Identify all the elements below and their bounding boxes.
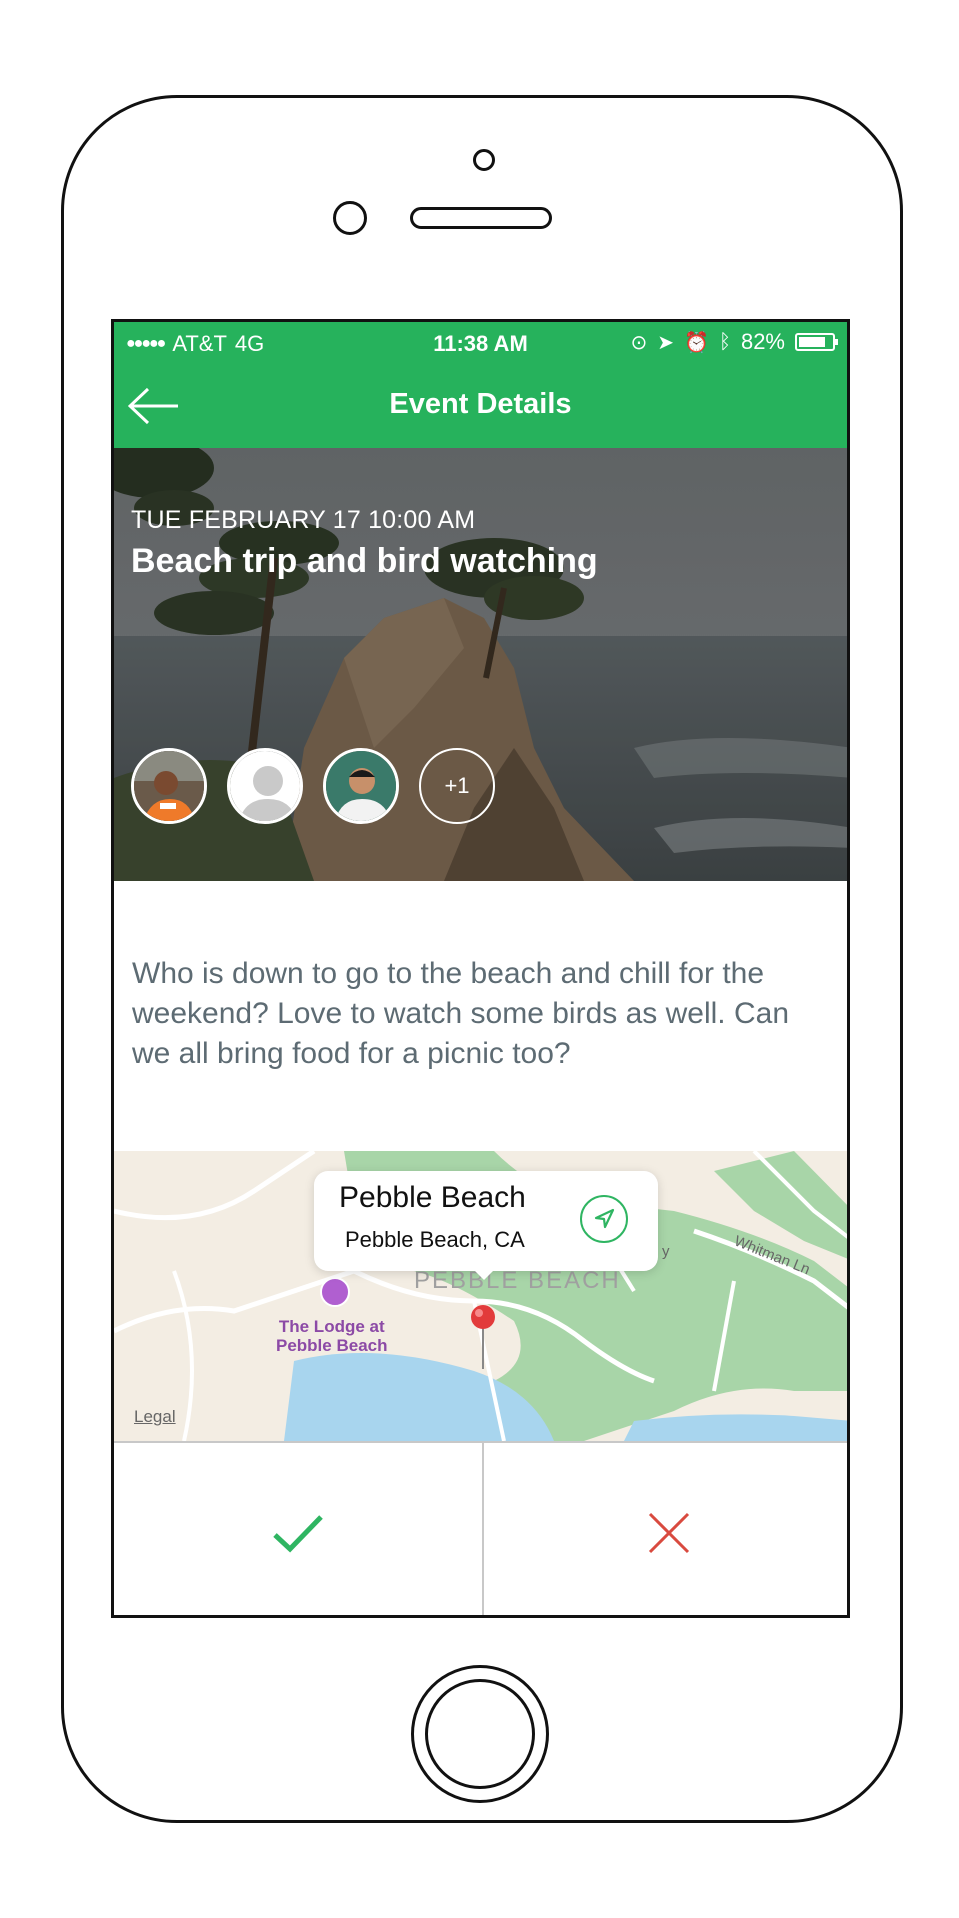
attendee-avatar[interactable] [323, 748, 399, 824]
rotation-lock-icon: ⊙ [630, 331, 648, 354]
event-location-map[interactable]: PEBBLE BEACH The Lodge at Pebble Beach W… [114, 1151, 847, 1441]
rsvp-action-bar [114, 1441, 847, 1615]
map-poi-label-line2: Pebble Beach [276, 1336, 388, 1355]
map-poi-label-line1: The Lodge at [278, 1317, 385, 1336]
map-legal-link[interactable]: Legal [134, 1407, 176, 1427]
location-arrow-icon: ➤ [657, 331, 675, 354]
decline-button[interactable] [482, 1443, 847, 1615]
map-pin-icon[interactable] [468, 1303, 498, 1373]
map-road-label: y [662, 1243, 670, 1260]
map-area-label: PEBBLE BEACH [414, 1267, 621, 1294]
status-bar: ●●●●● AT&T 4G 11:38 AM ⊙ ➤ ⏰ ᛒ 82% [114, 322, 847, 364]
event-description: Who is down to go to the beach and chill… [132, 957, 790, 1070]
attendee-avatar[interactable] [131, 748, 207, 824]
directions-icon[interactable] [580, 1195, 628, 1243]
callout-subtitle: Pebble Beach, CA [345, 1227, 525, 1252]
map-callout[interactable]: Pebble Beach Pebble Beach, CA [314, 1171, 658, 1280]
accept-button[interactable] [114, 1443, 482, 1615]
callout-title: Pebble Beach [339, 1181, 526, 1214]
map-poi-label[interactable]: The Lodge at Pebble Beach [276, 1317, 388, 1355]
callout-tail [472, 1268, 496, 1280]
home-button-inner-ring [425, 1679, 535, 1789]
close-icon [648, 1512, 689, 1554]
earpiece-speaker [410, 207, 552, 229]
proximity-sensor [333, 201, 367, 235]
front-camera [473, 149, 495, 171]
checkmark-icon [273, 1515, 323, 1553]
hotel-poi-icon[interactable] [320, 1277, 350, 1307]
battery-icon [795, 333, 838, 351]
home-button[interactable] [411, 1665, 549, 1803]
alarm-icon: ⏰ [684, 331, 709, 354]
event-title: Beach trip and bird watching [131, 542, 598, 580]
battery-percent: 82% [740, 329, 785, 354]
attendee-list: +1 [131, 748, 495, 824]
page-title: Event Details [389, 388, 572, 420]
more-attendees-badge[interactable]: +1 [419, 748, 495, 824]
attendee-avatar-placeholder[interactable] [227, 748, 303, 824]
battery-level-fill [799, 337, 826, 347]
event-hero-image: TUE FEBRUARY 17 10:00 AM Beach trip and … [114, 448, 847, 881]
event-date: TUE FEBRUARY 17 10:00 AM [131, 506, 476, 534]
navigation-bar: Event Details [114, 364, 847, 448]
bluetooth-icon: ᛒ [718, 330, 731, 353]
status-right: ⊙ ➤ ⏰ ᛒ 82% [630, 329, 838, 355]
app-screen: ●●●●● AT&T 4G 11:38 AM ⊙ ➤ ⏰ ᛒ 82% Event… [111, 319, 850, 1618]
